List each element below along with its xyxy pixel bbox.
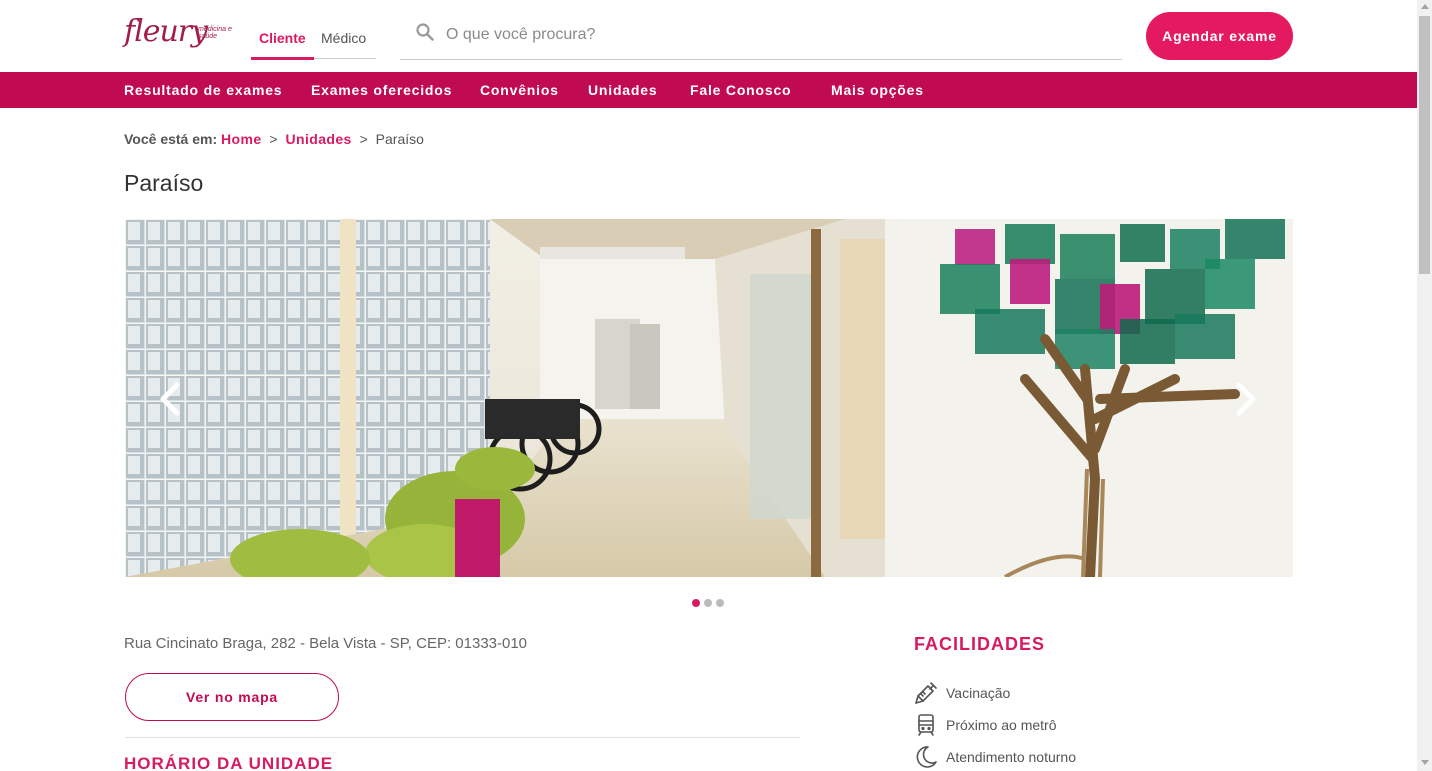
carousel-dot[interactable] (704, 599, 712, 607)
facilities-title: FACILIDADES (914, 634, 1046, 654)
nav-item-unidades[interactable]: Unidades (588, 82, 657, 98)
tab-medico[interactable]: Médico (321, 30, 366, 46)
page-scrollbar[interactable] (1417, 0, 1432, 771)
syringe-icon (915, 682, 937, 704)
carousel-dot[interactable] (716, 599, 724, 607)
breadcrumb: Você está em: Home > Unidades > Paraíso (124, 131, 424, 147)
breadcrumb-unidades-link[interactable]: Unidades (285, 131, 351, 147)
moon-icon (916, 746, 937, 768)
tab-cliente[interactable]: Cliente (259, 30, 306, 46)
logo-tagline: medicina e saúde (198, 26, 232, 40)
breadcrumb-current: Paraíso (375, 131, 424, 147)
scrollbar-thumb[interactable] (1419, 16, 1430, 274)
nav-item-exames[interactable]: Exames oferecidos (311, 82, 452, 98)
tab-underline (314, 58, 376, 59)
nav-item-mais-opcoes[interactable]: Mais opções (831, 82, 924, 98)
logo-wordmark: fleury (124, 14, 208, 49)
main-nav: Resultado de exames Exames oferecidos Co… (0, 72, 1417, 108)
facility-label: Atendimento noturno (946, 749, 1076, 765)
fleury-logo[interactable]: fleury medicina e saúde (124, 14, 234, 54)
unit-photo-carousel[interactable] (125, 219, 1293, 577)
facility-label: Vacinação (946, 685, 1011, 701)
breadcrumb-prefix: Você está em: (124, 131, 218, 147)
carousel-dot[interactable] (692, 599, 700, 607)
breadcrumb-separator: > (269, 131, 278, 147)
unit-photo (125, 219, 1293, 577)
breadcrumb-separator: > (359, 131, 368, 147)
active-tab-indicator (251, 57, 314, 60)
search-icon[interactable] (416, 23, 434, 41)
carousel-prev-arrow-icon[interactable] (155, 379, 187, 419)
breadcrumb-home-link[interactable]: Home (221, 131, 262, 147)
scroll-up-arrow-icon[interactable] (1421, 4, 1429, 9)
schedule-exam-button[interactable]: Agendar exame (1146, 12, 1293, 60)
page-title: Paraíso (124, 170, 204, 196)
hours-section-title: HORÁRIO DA UNIDADE (124, 754, 334, 771)
site-header: fleury medicina e saúde Cliente Médico A… (0, 0, 1417, 72)
scroll-down-arrow-icon[interactable] (1421, 760, 1429, 765)
nav-item-fale-conosco[interactable]: Fale Conosco (690, 82, 791, 98)
facility-label: Próximo ao metrô (946, 717, 1057, 733)
carousel-next-arrow-icon[interactable] (1229, 379, 1261, 419)
search-input[interactable] (446, 22, 1106, 48)
search-bar (400, 14, 1122, 60)
train-icon (918, 714, 934, 736)
section-divider (125, 737, 800, 738)
unit-address: Rua Cincinato Braga, 282 - Bela Vista - … (124, 635, 528, 652)
view-map-button[interactable]: Ver no mapa (125, 673, 339, 721)
nav-item-resultados[interactable]: Resultado de exames (124, 82, 282, 98)
nav-item-convenios[interactable]: Convênios (480, 82, 559, 98)
